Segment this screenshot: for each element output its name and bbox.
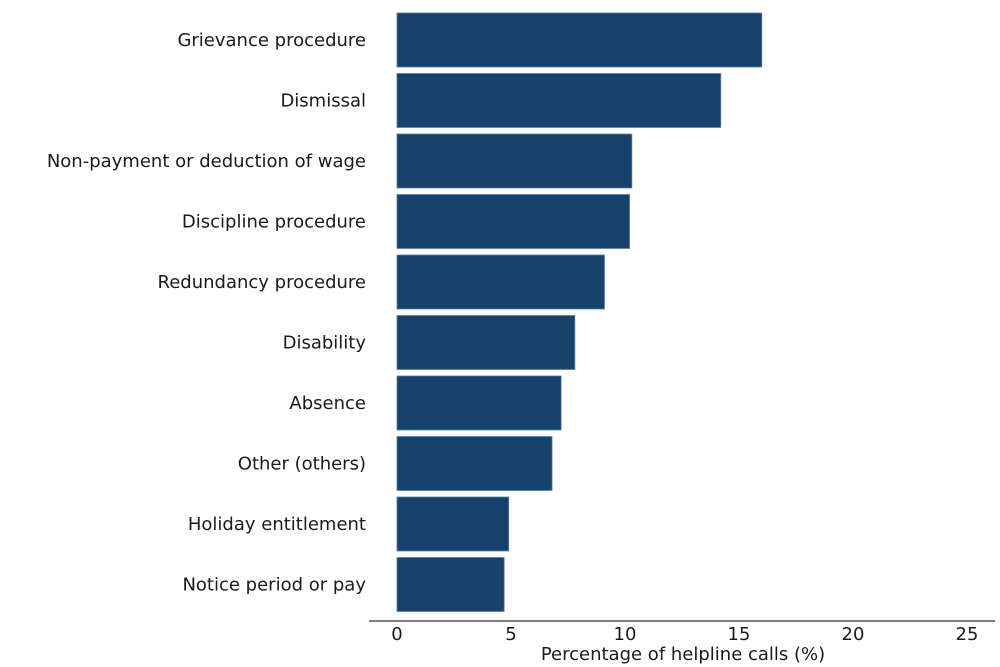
category-label: Other (others) — [238, 454, 366, 475]
category-label: Discipline procedure — [182, 212, 366, 233]
category-label: Non-payment or deduction of wage — [47, 151, 366, 172]
bar — [396, 73, 722, 128]
x-tick-label: 20 — [842, 624, 865, 645]
bar — [396, 133, 633, 189]
x-tick-label: 5 — [505, 624, 516, 645]
bar — [396, 436, 553, 491]
x-tick-labels: 0 5 10 15 20 25 — [391, 624, 978, 645]
x-tick-label: 15 — [728, 624, 751, 645]
bar — [396, 375, 562, 431]
category-label: Notice period or pay — [182, 575, 366, 596]
category-label: Absence — [289, 393, 366, 414]
bar — [396, 12, 763, 68]
category-label: Grievance procedure — [177, 30, 366, 51]
x-tick-label: 25 — [956, 624, 979, 645]
bar — [396, 557, 505, 612]
category-label: Disability — [283, 333, 367, 354]
bars-group — [396, 12, 763, 612]
category-label: Redundancy procedure — [158, 272, 366, 293]
category-labels: Grievance procedure Dismissal Non-payment … — [47, 30, 367, 596]
bar — [396, 254, 605, 310]
bar — [396, 194, 630, 249]
category-label: Holiday entitlement — [188, 514, 366, 535]
category-label: Dismissal — [280, 91, 366, 112]
x-axis-title: Percentage of helpline calls (%) — [541, 644, 825, 665]
x-tick-label: 0 — [391, 624, 402, 645]
bar-chart: Grievance procedure Dismissal Non-payment … — [47, 12, 995, 665]
x-tick-label: 10 — [614, 624, 637, 645]
bar — [396, 496, 510, 552]
bar — [396, 315, 576, 370]
